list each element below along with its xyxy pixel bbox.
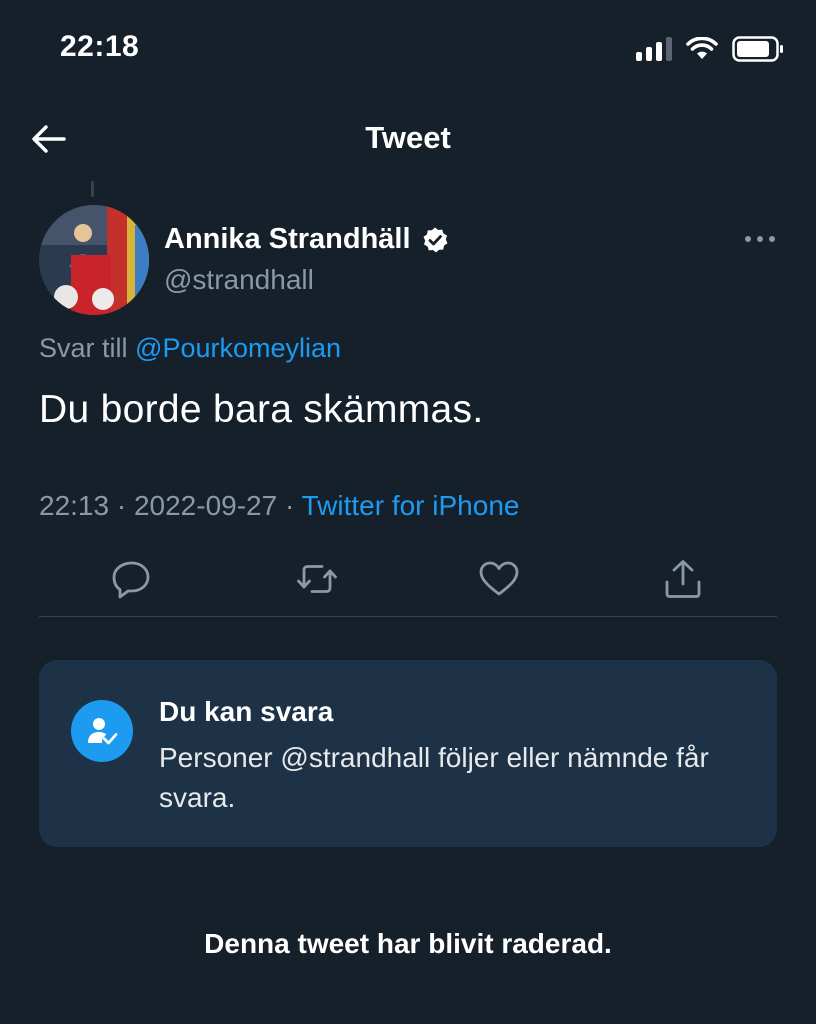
tweet-date: 2022-09-27	[133, 490, 278, 521]
tweet-source-link[interactable]: Twitter for iPhone	[302, 490, 520, 521]
like-button[interactable]	[477, 557, 521, 601]
avatar-photo	[39, 205, 149, 315]
reply-to-handle-link[interactable]: @Pourkomeylian	[135, 333, 341, 363]
more-options-button[interactable]	[742, 228, 778, 250]
deleted-tweet-notice: Denna tweet har blivit raderad.	[204, 928, 612, 959]
status-time: 22:18	[60, 30, 140, 63]
author-avatar[interactable]	[39, 205, 149, 315]
share-button[interactable]	[661, 557, 705, 601]
card-title: Du kan svara	[159, 696, 334, 727]
card-icon-badge	[71, 700, 133, 762]
card-body: Personer @strandhall följer eller nämnde…	[159, 742, 709, 813]
reply-permission-card: Du kan svara Personer @strandhall följer…	[39, 660, 777, 847]
navigation-header: Tweet	[0, 108, 816, 168]
author-handle[interactable]: @strandhall	[164, 264, 314, 296]
author-name-text: Annika Strandhäll	[164, 223, 411, 255]
status-icons	[636, 36, 784, 62]
status-bar: 22:18	[0, 0, 816, 96]
retweet-icon	[297, 565, 337, 593]
tweet-time: 22:13	[39, 490, 110, 521]
reply-to-line: Svar till @Pourkomeylian	[39, 333, 341, 364]
tweet-actions-bar	[39, 557, 777, 603]
cellular-signal-icon	[636, 37, 672, 61]
reply-icon	[112, 561, 150, 599]
retweet-button[interactable]	[295, 557, 339, 601]
meta-separator: ·	[116, 490, 127, 521]
actions-divider	[39, 616, 777, 617]
page-title: Tweet	[365, 120, 451, 155]
battery-icon	[732, 36, 783, 62]
share-icon	[665, 560, 701, 598]
wifi-icon	[686, 37, 718, 59]
tweet-detail-screen: 22:18 Tweet Annika Strandhäll @strandhal…	[0, 0, 816, 1024]
tweet-text: Du borde bara skämmas.	[39, 388, 484, 431]
meta-separator: ·	[284, 490, 295, 521]
reply-to-prefix: Svar till	[39, 333, 128, 363]
tweet-metadata: 22:13 · 2022-09-27 · Twitter for iPhone	[39, 490, 519, 522]
more-horizontal-icon	[745, 236, 775, 242]
verified-badge-icon	[423, 227, 448, 252]
thread-connector-line	[91, 181, 94, 197]
user-check-icon	[88, 718, 118, 745]
reply-button[interactable]	[110, 557, 154, 601]
heart-icon	[479, 561, 519, 596]
author-name[interactable]: Annika Strandhäll	[164, 223, 449, 256]
